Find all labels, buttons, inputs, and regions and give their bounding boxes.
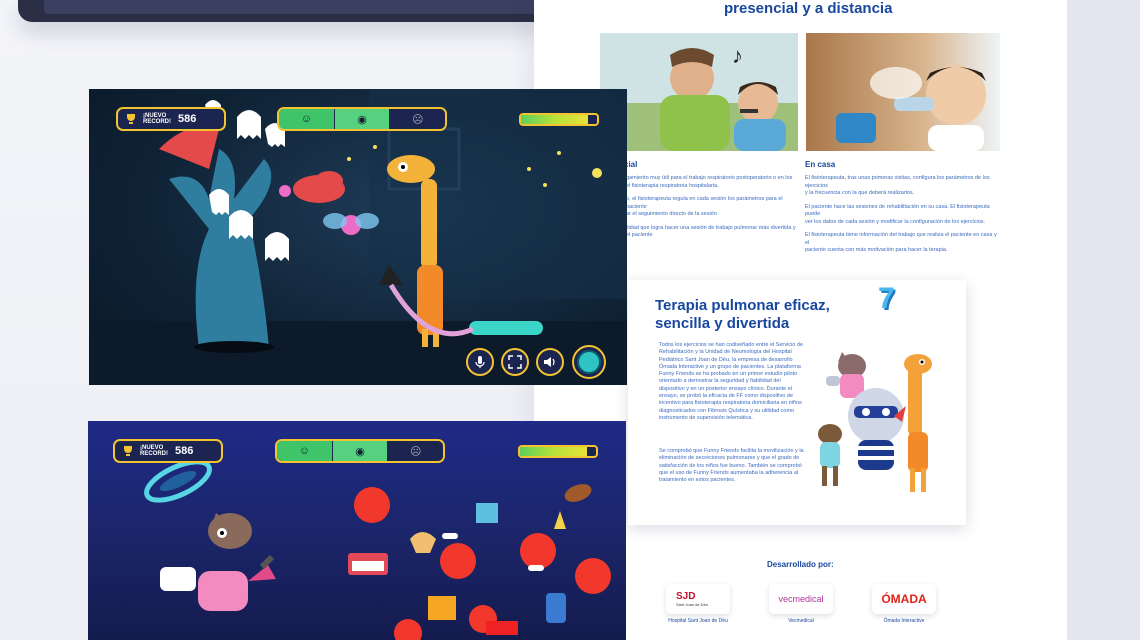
mood-meter: ☺ ◉ ☹ <box>275 439 445 463</box>
record-badge: ¡NUEVO RECORD! 586 <box>113 439 223 463</box>
characters-illustration <box>818 352 932 492</box>
record-label-line: RECORD! <box>143 119 171 125</box>
logo-text: SJD <box>676 590 696 602</box>
microphone-button[interactable] <box>466 348 494 376</box>
volume-button[interactable] <box>536 348 564 376</box>
energy-bar <box>518 445 598 458</box>
column-text-presencial: gamiento muy útil para el trabajo respir… <box>626 175 798 240</box>
trophy-icon <box>127 114 135 124</box>
column-text-en-casa: El fisioterapeuta, tras unas primeras vi… <box>805 175 1001 255</box>
record-label-line: RECORD! <box>140 451 168 457</box>
text-line: El fisioterapeuta, tras unas primeras vi… <box>805 175 990 189</box>
score-value: 586 <box>175 445 194 457</box>
number-badge: 7 <box>878 282 895 315</box>
logo-text: vecmedical <box>778 594 824 604</box>
column-title-en-casa: En casa <box>805 160 836 169</box>
text-line: ver los datos de cada sesión y modificar… <box>805 218 986 225</box>
text-line: el paciente <box>626 232 653 238</box>
fullscreen-button[interactable] <box>501 348 529 376</box>
svg-text:♪: ♪ <box>732 43 743 68</box>
sad-face-icon: ☹ <box>390 109 445 129</box>
text-line: El fisioterapeuta tiene información del … <box>805 232 997 246</box>
logo-text: ÓMADA <box>881 592 927 606</box>
text-line: ar el seguimiento directo de la sesión <box>626 211 717 217</box>
text-line: ilidad que logra hacer una sesión de tra… <box>626 224 796 231</box>
page-gutter <box>1067 0 1140 640</box>
text-line: gamiento muy útil para el trabajo respir… <box>626 175 793 181</box>
volume-icon <box>544 357 555 367</box>
energy-bar-fill <box>521 115 588 124</box>
text-line: El paciente hace las sesiones de rehabil… <box>805 203 990 218</box>
card-paragraph-1: Todos los ejercicios se han codiseñado e… <box>659 342 803 421</box>
logo-omada[interactable]: ÓMADA <box>872 584 936 614</box>
mood-meter: ☺ ◉ ☹ <box>277 107 447 131</box>
card-paragraph-2: Se comprobó que Funny Friends facilita l… <box>659 448 804 484</box>
record-label: ¡NUEVO RECORD! <box>140 445 168 457</box>
sad-face-icon: ☹ <box>388 441 443 461</box>
therapy-card: Terapia pulmonar eficaz, sencilla y dive… <box>628 280 966 525</box>
record-badge: ¡NUEVO RECORD! 586 <box>116 107 226 131</box>
text-line: paciente cuenta con más motivación para … <box>805 247 948 253</box>
fullscreen-icon <box>508 355 522 369</box>
energy-bar <box>519 113 599 126</box>
logo-subtext: Sant Joan de Déu <box>676 601 709 607</box>
game-scene-forest <box>89 89 627 385</box>
partner-caption: Hospital Sant Joan de Déu <box>668 618 728 624</box>
logo-sjd[interactable]: SJD Sant Joan de Déu <box>666 584 730 614</box>
game-screenshot-space: ¡NUEVO RECORD! 586 ☺ ◉ ☹ <box>88 421 626 640</box>
energy-bar-fill <box>520 447 587 456</box>
neutral-face-icon: ◉ <box>334 109 391 129</box>
developed-by-label: Desarrollado por: <box>767 560 834 569</box>
trophy-icon <box>124 446 132 456</box>
text-line: o, el fisioterapeuta regula en cada sesi… <box>626 196 783 210</box>
section-heading: presencial y a distancia <box>724 0 893 17</box>
happy-face-icon: ☺ <box>277 441 333 461</box>
record-label: ¡NUEVO RECORD! <box>143 113 171 125</box>
logo-vecmedical[interactable]: vecmedical <box>769 584 833 614</box>
microphone-icon <box>475 356 485 368</box>
score-value: 586 <box>178 113 197 125</box>
partner-caption: Ómada Interactive <box>883 618 925 624</box>
text-line: el fisioterapia respiratoria hospitalari… <box>626 182 719 189</box>
card-title: Terapia pulmonar eficaz, sencilla y dive… <box>655 297 830 332</box>
neutral-face-icon: ◉ <box>332 441 389 461</box>
game-screenshot-forest: ¡NUEVO RECORD! 586 ☺ ◉ ☹ <box>89 89 627 385</box>
progress-ring <box>572 345 606 379</box>
text-line: y la frecuencia con la que deberá realiz… <box>805 190 915 196</box>
photo-therapist-child: ♪ <box>600 33 798 151</box>
partner-caption: Vecmedical <box>788 618 814 624</box>
photo-child-nebulizer <box>806 33 1000 151</box>
happy-face-icon: ☺ <box>279 109 335 129</box>
progress-ring-icon <box>577 350 601 374</box>
